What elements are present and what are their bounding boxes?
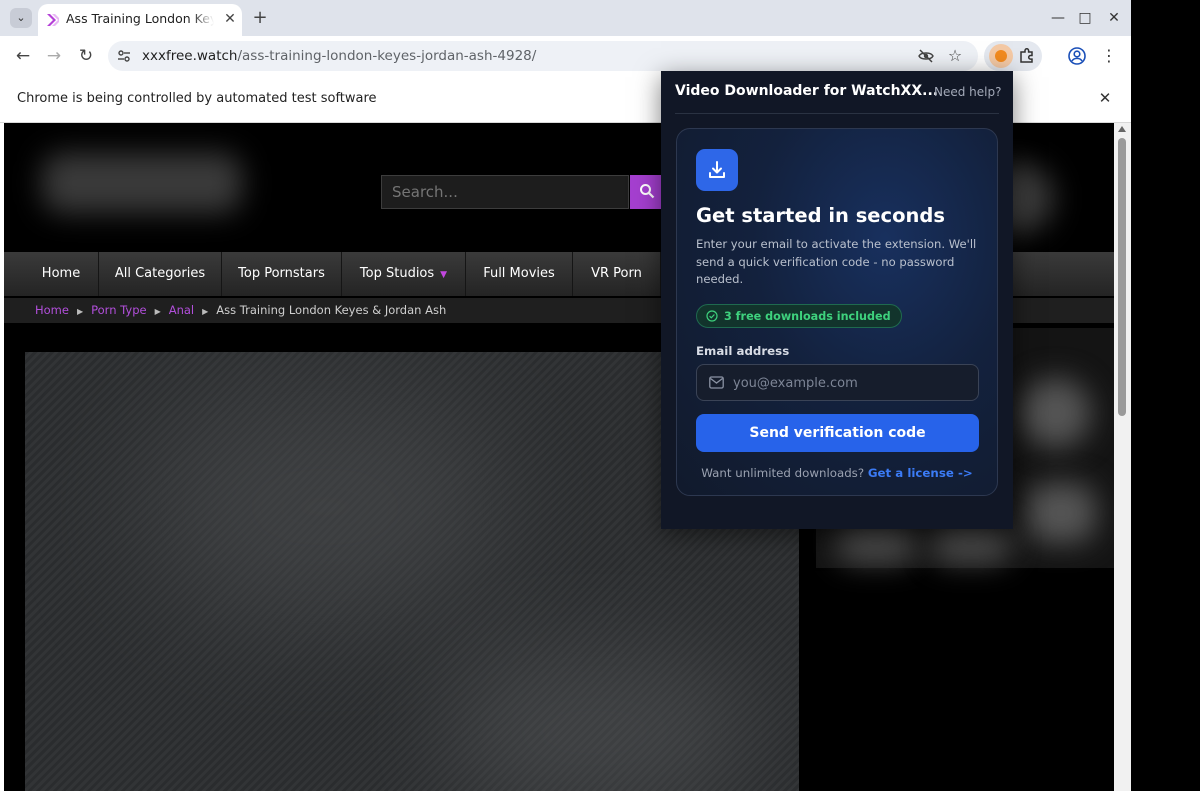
menu-icon[interactable]: ⋮ <box>1098 45 1120 67</box>
site-logo[interactable] <box>42 153 242 213</box>
download-icon <box>709 161 725 178</box>
tab-close-icon[interactable]: ✕ <box>222 11 238 27</box>
scroll-up-icon[interactable] <box>1118 126 1126 132</box>
video-blur-shade <box>145 392 505 622</box>
scrollbar-thumb[interactable] <box>1118 138 1126 416</box>
reload-icon[interactable]: ↻ <box>74 44 98 68</box>
nav-label: Full Movies <box>483 266 555 281</box>
email-label: Email address <box>696 344 790 358</box>
nav-label: Top Studios <box>359 266 435 281</box>
nav-label: VR Porn <box>591 266 642 281</box>
breadcrumb-current: Ass Training London Keyes & Jordan Ash <box>216 303 447 317</box>
url-path: /ass-training-london-keyes-jordan-ash-49… <box>237 48 537 64</box>
breadcrumb-link-anal[interactable]: Anal <box>169 303 194 317</box>
divider <box>675 113 999 114</box>
nav-item-top-pornstars[interactable]: Top Pornstars <box>222 252 342 296</box>
license-prompt: Want unlimited downloads? <box>701 466 865 480</box>
license-line: Want unlimited downloads? Get a license … <box>677 466 997 480</box>
site-info-icon[interactable] <box>116 48 132 64</box>
breadcrumb-link-home[interactable]: Home <box>35 303 69 317</box>
check-circle-icon <box>706 310 718 322</box>
nav-label: Home <box>41 266 81 281</box>
free-downloads-badge: 3 free downloads included <box>696 304 902 328</box>
nav-label: All Categories <box>114 266 206 281</box>
close-icon[interactable]: ✕ <box>1104 8 1124 28</box>
extension-active-icon[interactable] <box>989 44 1013 68</box>
email-field[interactable] <box>696 364 979 402</box>
extension-popup: Video Downloader for WatchXX... Need hel… <box>661 71 1013 529</box>
new-tab-button[interactable]: + <box>250 8 270 28</box>
minimize-icon[interactable]: — <box>1048 8 1068 28</box>
infobar-message: Chrome is being controlled by automated … <box>17 91 377 106</box>
page-scrollbar[interactable] <box>1114 123 1131 791</box>
url-text: xxxfree.watch/ass-training-london-keyes-… <box>142 48 536 64</box>
email-input[interactable] <box>731 365 975 402</box>
nav-label: Top Pornstars <box>238 266 325 281</box>
forward-icon[interactable]: → <box>42 44 66 68</box>
active-tab[interactable]: Ass Training London Keyes & Jordan Ash ✕ <box>38 4 242 36</box>
nav-item-full-movies[interactable]: Full Movies <box>466 252 573 296</box>
back-icon[interactable]: ← <box>11 44 35 68</box>
search-icon <box>640 184 655 199</box>
profile-icon[interactable] <box>1066 45 1088 67</box>
puzzle-icon[interactable] <box>1017 46 1037 66</box>
nav-item-home[interactable]: Home <box>24 252 99 296</box>
search-input[interactable] <box>381 175 629 209</box>
sidebar-thumbnail[interactable] <box>1026 483 1096 543</box>
badge-text: 3 free downloads included <box>724 310 891 323</box>
nav-item-all-categories[interactable]: All Categories <box>99 252 222 296</box>
breadcrumb-separator-icon: ▶ <box>202 307 209 316</box>
sidebar-thumbnail[interactable] <box>931 523 1011 563</box>
breadcrumb-separator-icon: ▶ <box>154 307 161 316</box>
tab-strip: ⌄ Ass Training London Keyes & Jordan Ash… <box>0 0 1131 36</box>
search-button[interactable] <box>630 175 664 209</box>
signup-card: Get started in seconds Enter your email … <box>676 128 998 496</box>
breadcrumb-separator-icon: ▶ <box>76 307 84 316</box>
sidebar-thumbnail[interactable] <box>1021 378 1091 448</box>
breadcrumb-link-porn-type[interactable]: Porn Type <box>91 303 146 317</box>
extensions-area <box>984 41 1042 71</box>
site-favicon-icon <box>46 13 60 27</box>
popup-title: Video Downloader for WatchXX... <box>675 83 939 99</box>
browser-toolbar: ← → ↻ xxxfree.watch/ass-training-london-… <box>0 36 1131 76</box>
tab-title: Ass Training London Keyes & Jordan Ash <box>66 11 214 26</box>
nav-item-vr-porn[interactable]: VR Porn <box>573 252 661 296</box>
get-license-link[interactable]: Get a license -> <box>868 466 973 480</box>
star-icon[interactable]: ☆ <box>946 47 964 65</box>
need-help-link[interactable]: Need help? <box>934 85 1001 99</box>
card-heading: Get started in seconds <box>696 204 945 227</box>
card-description: Enter your email to activate the extensi… <box>696 237 977 286</box>
caret-down-icon: ▼ <box>440 270 448 280</box>
eye-off-icon[interactable] <box>918 48 934 64</box>
url-host: xxxfree.watch <box>142 48 238 64</box>
infobar-close-icon[interactable]: ✕ <box>1096 89 1114 107</box>
address-bar[interactable]: xxxfree.watch/ass-training-london-keyes-… <box>108 41 978 71</box>
desktop-background <box>1131 0 1200 791</box>
breadcrumb-trail: Home ▶ Porn Type ▶ Anal ▶ Ass Training London … <box>35 298 446 324</box>
send-verification-button[interactable]: Send verification code <box>696 414 979 452</box>
maximize-icon[interactable]: □ <box>1075 8 1095 28</box>
video-blur-shade <box>445 652 745 791</box>
tab-dropdown-icon[interactable]: ⌄ <box>10 8 32 28</box>
mail-icon <box>709 376 724 389</box>
sidebar-thumbnail[interactable] <box>836 523 916 563</box>
nav-item-top-studios[interactable]: Top Studios ▼ <box>342 252 466 296</box>
download-icon-box <box>696 149 738 191</box>
